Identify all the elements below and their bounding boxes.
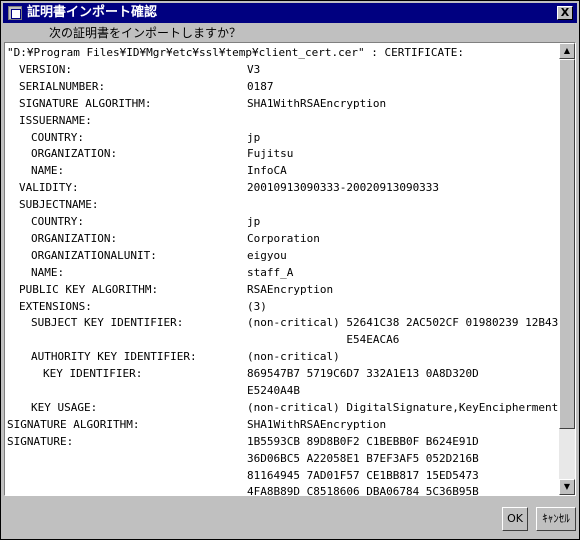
cert-field-value: V3 xyxy=(247,62,261,76)
cert-field-value: 1B5593CB 89D8B0F2 C1BEBB0F B624E91D xyxy=(247,434,479,448)
window-title: 証明書インポート確認 xyxy=(27,5,158,20)
cert-field-value: SHA1WithRSAEncryption xyxy=(247,417,387,431)
cert-field-value: 20010913090333-20020913090333 xyxy=(247,181,440,195)
cert-field-label: COUNTRY: xyxy=(31,215,84,228)
cert-field-value: 4FA8B89D C8518606 DBA06784 5C36B95B xyxy=(247,485,479,495)
certificate-text-area[interactable]: "D:¥Program Files¥ID¥Mgr¥etc¥ssl¥temp¥cl… xyxy=(5,43,560,495)
cert-field-value: E5240A4B xyxy=(247,384,300,397)
cert-field-label: SIGNATURE: xyxy=(7,434,74,448)
cert-field-value: Fujitsu xyxy=(247,147,294,161)
cert-field-value: Corporation xyxy=(247,231,320,245)
cert-field-value: RSAEncryption xyxy=(247,282,334,296)
cancel-button[interactable]: ｷｬﾝｾﾙ xyxy=(536,507,576,531)
cert-field-label: "D:¥Program Files¥ID¥Mgr¥etc¥ssl¥temp¥cl… xyxy=(7,46,464,59)
cert-field-label: COUNTRY: xyxy=(31,130,84,144)
cert-field-value: 36D06BC5 A22058E1 B7EF3AF5 052D216B xyxy=(247,451,479,465)
window-icon xyxy=(8,6,22,20)
certificate-import-dialog: 証明書インポート確認 X 次の証明書をインポートしますか？ "D:¥Progra… xyxy=(0,0,580,540)
cert-field-value: 81164945 7AD01F57 CE1BB817 15ED5473 xyxy=(247,468,479,482)
cert-field-label: AUTHORITY KEY IDENTIFIER: xyxy=(31,350,197,364)
cert-field-label: SIGNATURE ALGORITHM: xyxy=(7,417,140,431)
cert-field-value: (non-critical) 52641C38 2AC502CF 0198023… xyxy=(247,316,560,330)
cert-field-value: SHA1WithRSAEncryption xyxy=(247,96,387,110)
cert-field-value: staff_A xyxy=(247,265,294,279)
scroll-down-button[interactable]: ▼ xyxy=(559,479,575,495)
scroll-up-button[interactable]: ▲ xyxy=(559,43,575,59)
cert-field-label: SUBJECTNAME: xyxy=(19,198,99,212)
cert-field-value: (non-critical) xyxy=(247,350,340,364)
ok-button[interactable]: OK xyxy=(502,507,528,531)
confirmation-prompt: 次の証明書をインポートしますか？ xyxy=(49,26,242,40)
cert-field-label: ORGANIZATION: xyxy=(31,231,118,245)
cert-field-value: jp xyxy=(247,130,261,144)
cert-field-label: ISSUERNAME: xyxy=(19,113,92,127)
cert-field-label: NAME: xyxy=(31,164,65,178)
cert-field-value: 869547B7 5719C6D7 332A1E13 0A8D320D xyxy=(247,367,479,381)
cert-field-label: ORGANIZATIONALUNIT: xyxy=(31,248,157,262)
cert-field-label: VERSION: xyxy=(19,62,72,76)
title-bar[interactable]: 証明書インポート確認 X xyxy=(3,3,577,23)
cert-field-value: (3) xyxy=(247,299,267,313)
cert-field-label: KEY IDENTIFIER: xyxy=(43,367,143,381)
cert-field-value: (non-critical) DigitalSignature,KeyEncip… xyxy=(247,400,559,414)
cert-field-label: PUBLIC KEY ALGORITHM: xyxy=(19,282,159,296)
certificate-details-panel: "D:¥Program Files¥ID¥Mgr¥etc¥ssl¥temp¥cl… xyxy=(4,42,576,496)
cert-field-label: ORGANIZATION: xyxy=(31,147,118,161)
cert-field-value: 0187 xyxy=(247,79,274,93)
cert-field-value: E54EACA6 xyxy=(247,333,400,347)
cert-field-value: InfoCA xyxy=(247,164,287,178)
scroll-thumb[interactable] xyxy=(559,59,575,429)
cert-field-label: KEY USAGE: xyxy=(31,400,98,414)
cert-field-value: eigyou xyxy=(247,248,287,262)
cert-field-label: NAME: xyxy=(31,265,65,279)
cert-field-label: SUBJECT KEY IDENTIFIER: xyxy=(31,316,184,330)
cert-field-label: SIGNATURE ALGORITHM: xyxy=(19,96,152,110)
vertical-scrollbar[interactable]: ▲ ▼ xyxy=(559,43,575,495)
cert-field-label: VALIDITY: xyxy=(19,181,79,195)
cert-field-value: jp xyxy=(247,215,261,228)
cert-field-label: SERIALNUMBER: xyxy=(19,79,106,93)
close-button[interactable]: X xyxy=(557,6,573,20)
cert-field-label: EXTENSIONS: xyxy=(19,299,92,313)
